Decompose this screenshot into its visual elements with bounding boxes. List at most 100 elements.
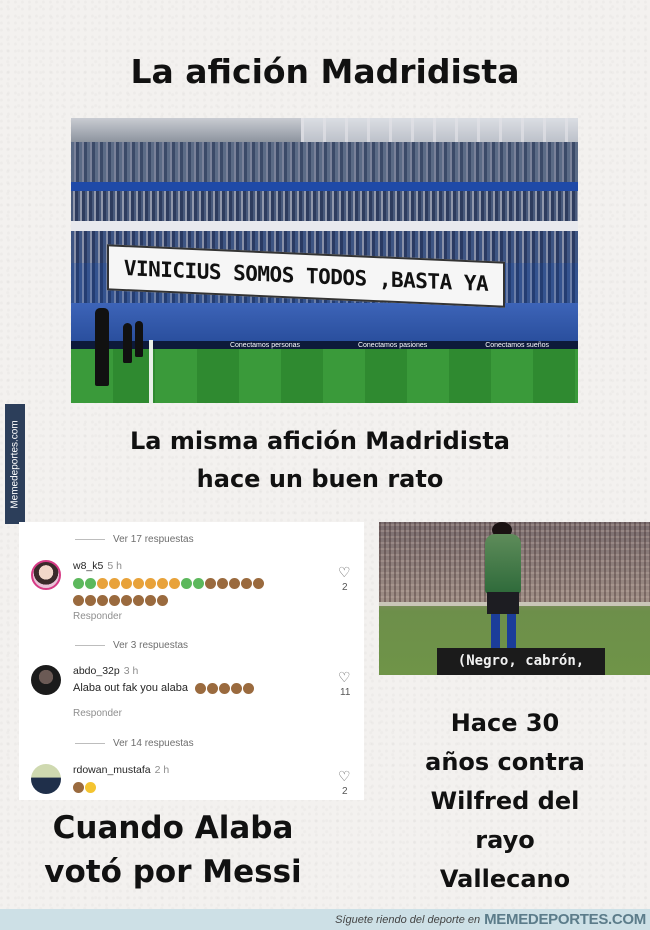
stadium-photo: VINICIUS SOMOS TODOS ,BASTA YA Conectamo… bbox=[71, 118, 578, 403]
comment-username[interactable]: abdo_32p 3 h bbox=[73, 665, 138, 677]
stand-band bbox=[71, 221, 578, 231]
ad-texts: Conectamos personas Conectamos pasiones … bbox=[201, 341, 578, 349]
view-replies-link[interactable]: Ver 3 respuestas bbox=[75, 640, 188, 651]
comment-text: Alaba out fak you alaba bbox=[73, 681, 323, 695]
emoji-row bbox=[73, 576, 323, 590]
view-replies-label: Ver 14 respuestas bbox=[113, 738, 194, 749]
stand-tier bbox=[71, 142, 578, 182]
nausea-emoji-icon bbox=[133, 577, 144, 589]
top-caption: La afición Madridista bbox=[130, 52, 520, 91]
monkey-emoji-icon bbox=[73, 781, 84, 793]
comment-text bbox=[73, 780, 323, 794]
comment-item: rdowan_mustafa 2 h ♡ 2 bbox=[31, 764, 361, 800]
monkey-emoji-icon bbox=[229, 577, 240, 589]
monkey-emoji-icon bbox=[133, 594, 144, 606]
sick-emoji-icon bbox=[193, 577, 204, 589]
ad-text: Conectamos pasiones bbox=[357, 341, 428, 349]
heart-icon[interactable]: ♡ bbox=[338, 669, 351, 686]
like-count: 2 bbox=[342, 786, 348, 797]
nausea-emoji-icon bbox=[97, 577, 108, 589]
side-watermark: Memedeportes.com bbox=[5, 404, 25, 524]
footer-watermark: Síguete riendo del deporte en MEMEDEPORT… bbox=[0, 909, 650, 930]
monkey-emoji-icon bbox=[253, 577, 264, 589]
monkey-emoji-icon bbox=[145, 594, 156, 606]
username-text: rdowan_mustafa bbox=[73, 764, 151, 776]
emoji-row bbox=[73, 781, 97, 793]
avatar[interactable] bbox=[31, 560, 61, 590]
comment-username[interactable]: w8_k5 5 h bbox=[73, 560, 122, 572]
monkey-emoji-icon bbox=[217, 577, 228, 589]
middle-caption: La misma afición Madridista hace un buen… bbox=[40, 422, 600, 498]
nausea-emoji-icon bbox=[169, 577, 180, 589]
sick-emoji-icon bbox=[85, 577, 96, 589]
like-count: 2 bbox=[342, 582, 348, 593]
right-caption-line: Hace 30 bbox=[450, 709, 560, 737]
player-jersey bbox=[485, 534, 521, 594]
comment-username[interactable]: rdowan_mustafa 2 h bbox=[73, 764, 169, 776]
stand-band bbox=[71, 182, 578, 191]
monkey-emoji-icon bbox=[97, 594, 108, 606]
comment-text-content: Alaba out fak you alaba bbox=[73, 682, 188, 694]
monkey-emoji-icon bbox=[121, 594, 132, 606]
right-caption-line: Wilfred del bbox=[430, 787, 580, 815]
ad-text: Conectamos sueños bbox=[485, 341, 550, 349]
nausea-emoji-icon bbox=[109, 577, 120, 589]
comment-item: abdo_32p 3 h Alaba out fak you alaba Resp… bbox=[31, 665, 361, 725]
view-replies-label: Ver 17 respuestas bbox=[113, 534, 194, 545]
sick-emoji-icon bbox=[181, 577, 192, 589]
laughing-emoji-icon bbox=[85, 781, 96, 793]
vintage-match-photo: (Negro, cabrón, bbox=[379, 522, 650, 675]
monkey-emoji-icon bbox=[85, 594, 96, 606]
middle-caption-line: hace un buen rato bbox=[196, 465, 444, 493]
steward-figure bbox=[95, 308, 109, 386]
pitch-grass bbox=[71, 349, 578, 403]
steward-figure bbox=[123, 323, 132, 363]
view-replies-link[interactable]: Ver 17 respuestas bbox=[75, 534, 194, 545]
heart-icon[interactable]: ♡ bbox=[338, 564, 351, 581]
video-subtitle: (Negro, cabrón, bbox=[437, 648, 605, 675]
comment-item: w8_k5 5 h Responder ♡ 2 bbox=[31, 560, 361, 630]
pitch-line bbox=[149, 340, 153, 403]
like-count: 11 bbox=[340, 687, 351, 698]
monkey-emoji-icon bbox=[241, 577, 252, 589]
monkey-emoji-icon bbox=[243, 682, 255, 694]
nausea-emoji-icon bbox=[121, 577, 132, 589]
player-leg bbox=[491, 614, 500, 652]
avatar[interactable] bbox=[31, 764, 61, 794]
right-caption-line: Vallecano bbox=[439, 865, 571, 893]
monkey-emoji-icon bbox=[157, 594, 168, 606]
footer-brand[interactable]: MEMEDEPORTES.COM bbox=[484, 911, 646, 928]
emoji-row bbox=[73, 593, 323, 607]
steward-figure bbox=[135, 321, 143, 357]
view-replies-link[interactable]: Ver 14 respuestas bbox=[75, 738, 194, 749]
reply-button[interactable]: Responder bbox=[73, 708, 122, 719]
player-leg bbox=[507, 614, 516, 652]
reply-button[interactable]: Responder bbox=[73, 611, 122, 622]
comments-screenshot: Ver 17 respuestas w8_k5 5 h Responder ♡ 2… bbox=[19, 522, 364, 800]
nausea-emoji-icon bbox=[157, 577, 168, 589]
emoji-row bbox=[195, 682, 255, 694]
divider bbox=[75, 645, 105, 646]
middle-caption-line: La misma afición Madridista bbox=[130, 427, 510, 455]
monkey-emoji-icon bbox=[219, 682, 231, 694]
monkey-emoji-icon bbox=[205, 577, 216, 589]
avatar[interactable] bbox=[31, 665, 61, 695]
nausea-emoji-icon bbox=[145, 577, 156, 589]
left-caption: Cuando Alaba votó por Messi bbox=[18, 806, 328, 894]
side-watermark-text: Memedeportes.com bbox=[9, 419, 21, 509]
monkey-emoji-icon bbox=[109, 594, 120, 606]
username-text: w8_k5 bbox=[73, 560, 104, 572]
monkey-emoji-icon bbox=[73, 594, 84, 606]
comment-time: 2 h bbox=[154, 764, 170, 776]
player-shorts bbox=[487, 592, 519, 614]
comment-time: 5 h bbox=[107, 560, 122, 572]
monkey-emoji-icon bbox=[195, 682, 207, 694]
left-caption-line: Cuando Alaba bbox=[52, 810, 294, 846]
heart-icon[interactable]: ♡ bbox=[338, 768, 351, 785]
left-caption-line: votó por Messi bbox=[44, 854, 302, 890]
right-caption-line: años contra bbox=[425, 748, 585, 776]
stand-tier bbox=[71, 191, 578, 221]
comment-text bbox=[73, 576, 323, 607]
sick-emoji-icon bbox=[73, 577, 84, 589]
comment-time: 3 h bbox=[123, 665, 139, 677]
